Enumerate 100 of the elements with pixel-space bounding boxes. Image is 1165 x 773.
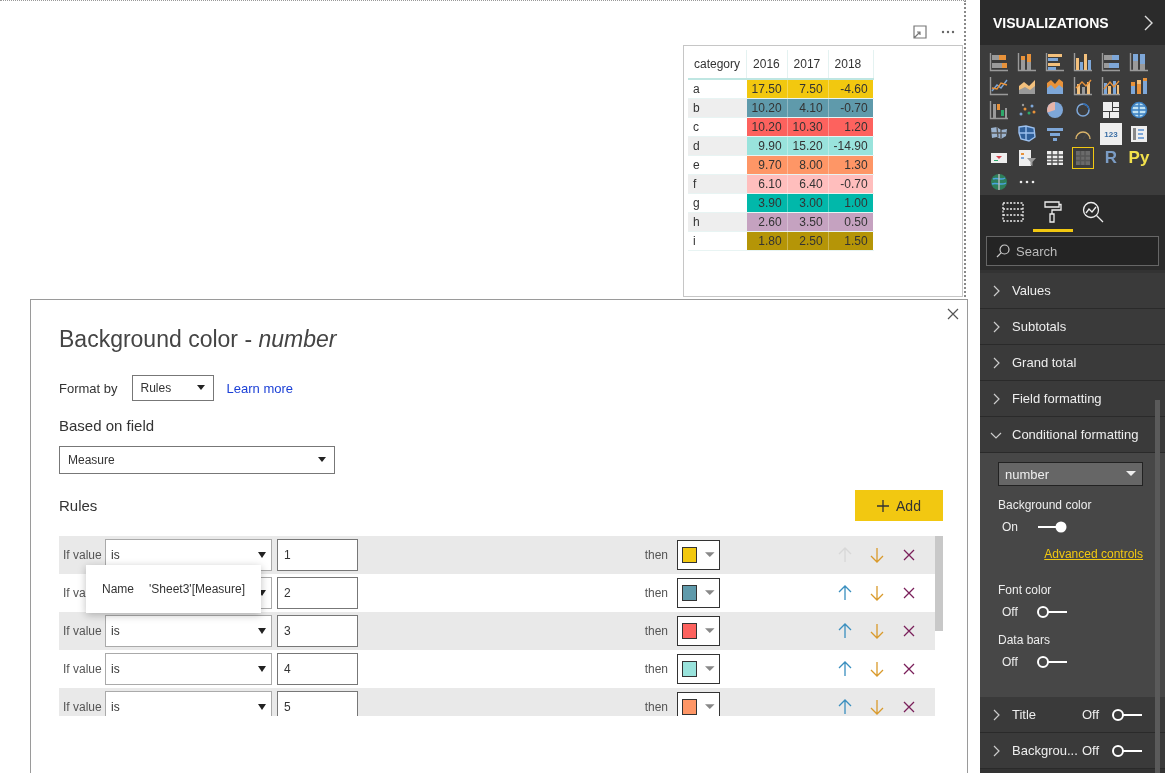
color-picker[interactable] — [677, 540, 720, 570]
search-box[interactable]: Search — [986, 236, 1159, 266]
table-cell: f — [688, 174, 747, 194]
multi-row-card-icon[interactable] — [1128, 123, 1150, 145]
slicer-icon[interactable] — [1016, 147, 1038, 169]
chevron-right-icon[interactable] — [1144, 14, 1153, 31]
stacked-bar-chart-icon[interactable] — [988, 51, 1010, 73]
operator-dropdown[interactable]: is — [105, 615, 272, 647]
ribbon-chart-icon[interactable] — [1128, 75, 1150, 97]
paint-roller-icon — [1044, 201, 1062, 223]
toggle-switch[interactable] — [1036, 605, 1068, 619]
caret-icon — [258, 628, 266, 634]
script-visual-button[interactable]: R — [1100, 147, 1122, 169]
line-clustered-chart-icon[interactable] — [1100, 75, 1122, 97]
toggle-state-label: Off — [1081, 743, 1099, 758]
caret-icon — [705, 704, 715, 710]
section-header[interactable]: Backgrou... — [980, 733, 1078, 768]
toggle-switch[interactable] — [1036, 520, 1068, 534]
advanced-controls-link[interactable]: Advanced controls — [1044, 547, 1143, 561]
section-header[interactable]: Title — [980, 697, 1037, 732]
focus-mode-icon[interactable] — [912, 24, 928, 40]
card-visual-button[interactable]: 123 — [1100, 123, 1122, 145]
toggle-switch[interactable] — [1111, 743, 1143, 758]
then-label: then — [644, 662, 668, 676]
tooltip-label: Name — [102, 582, 134, 596]
shape-map-icon[interactable] — [1016, 123, 1038, 145]
plus-icon — [877, 499, 890, 512]
based-on-field-dropdown[interactable]: Measure — [59, 446, 335, 474]
line-column-chart-icon[interactable] — [1072, 75, 1094, 97]
field-dropdown[interactable]: number — [998, 462, 1143, 486]
table-cell: g — [688, 193, 747, 213]
value-input[interactable]: 2 — [277, 577, 358, 609]
clustered-column-chart-icon[interactable] — [1072, 51, 1094, 73]
based-on-field-label: Based on field — [59, 417, 156, 434]
line-chart-icon[interactable] — [988, 75, 1010, 97]
toggle-switch[interactable] — [1111, 707, 1143, 722]
tooltip-value: 'Sheet3'[Measure] — [149, 582, 245, 596]
if-value-label: If value — [63, 700, 103, 714]
toggle-switch[interactable] — [1036, 655, 1068, 669]
panel-title: VISUALIZATIONS — [993, 14, 1109, 31]
caret-icon — [258, 552, 266, 558]
toggle-state-label: Off — [1002, 655, 1019, 669]
value-input[interactable]: 3 — [277, 615, 358, 647]
setting-label: Font color — [998, 583, 1053, 597]
matrix-icon[interactable] — [1072, 147, 1094, 169]
table-cell: e — [688, 155, 747, 175]
rules-heading: Rules — [59, 497, 98, 514]
value-input[interactable]: 5 — [277, 691, 358, 716]
learn-more-link[interactable]: Learn more — [226, 380, 293, 396]
table-cell: i — [688, 231, 747, 251]
move-up-icon[interactable] — [837, 622, 853, 640]
table-cell: a — [688, 79, 747, 99]
format-by-dropdown[interactable]: Rules — [131, 375, 214, 401]
move-up-icon[interactable] — [837, 660, 853, 678]
close-icon[interactable] — [945, 306, 961, 322]
search-icon — [996, 244, 1010, 258]
treemap-icon[interactable] — [1100, 99, 1122, 121]
caret-icon — [705, 628, 715, 634]
setting-label: Background color — [998, 498, 1093, 512]
analytics-icon — [1082, 201, 1104, 223]
if-value-label: If value — [63, 662, 103, 676]
full-bar-chart-icon[interactable] — [1100, 51, 1122, 73]
scrollbar[interactable] — [1155, 400, 1160, 773]
caret-icon — [705, 590, 715, 596]
table-cell: h — [688, 212, 747, 232]
then-label: then — [644, 700, 668, 714]
table-cell: d — [688, 136, 747, 156]
color-picker[interactable] — [677, 692, 720, 716]
caret-icon — [705, 666, 715, 672]
then-label: then — [644, 548, 668, 562]
format-by-label: Format by — [59, 380, 118, 396]
caret-icon — [705, 552, 715, 558]
earth-globe-icon[interactable] — [988, 171, 1010, 193]
caret-icon — [1126, 471, 1136, 477]
move-up-icon[interactable] — [837, 584, 853, 602]
add-button[interactable]: Add — [855, 490, 943, 521]
color-picker[interactable] — [677, 578, 720, 608]
toggle-state-label: On — [1002, 520, 1019, 534]
waterfall-chart-icon[interactable] — [988, 99, 1010, 121]
toggle-state-label: Off — [1002, 605, 1019, 619]
color-picker[interactable] — [677, 654, 720, 684]
dialog-title: Background color - number — [59, 326, 338, 353]
scrollbar[interactable] — [935, 536, 943, 631]
value-input[interactable]: 1 — [277, 539, 358, 571]
table-cell: b — [688, 98, 747, 118]
full-column-chart-icon[interactable] — [1128, 51, 1150, 73]
globe-icon[interactable] — [1128, 99, 1150, 121]
if-value-label: If va — [63, 586, 87, 600]
caret-icon — [196, 385, 205, 391]
operator-dropdown[interactable]: is — [105, 691, 272, 716]
color-picker[interactable] — [677, 616, 720, 646]
table-visual[interactable]: category 2016 2017 2018 a 17.50 7.50 -4.60 b 10.20 4.10 -0.70 c 10.20 10.30 1.20 d 9.90 15.20 -14.90 e 9.70 8.00 1.30 f 6.10 6.40 -0.70 g 3.90 3.00 1.00 h 2.60 3.50 0.50 i 1.80 2.50 1.50 — [683, 45, 963, 297]
value-input[interactable]: 4 — [277, 653, 358, 685]
toggle-state-label: Off — [1081, 707, 1099, 722]
script-visual-button[interactable]: Py — [1128, 147, 1150, 169]
move-up-icon[interactable] — [837, 698, 853, 716]
pie-chart-icon[interactable] — [1044, 99, 1066, 121]
operator-dropdown[interactable]: is — [105, 653, 272, 685]
clustered-bar-chart-icon[interactable] — [1044, 51, 1066, 73]
stacked-column-chart-icon[interactable] — [1016, 51, 1038, 73]
